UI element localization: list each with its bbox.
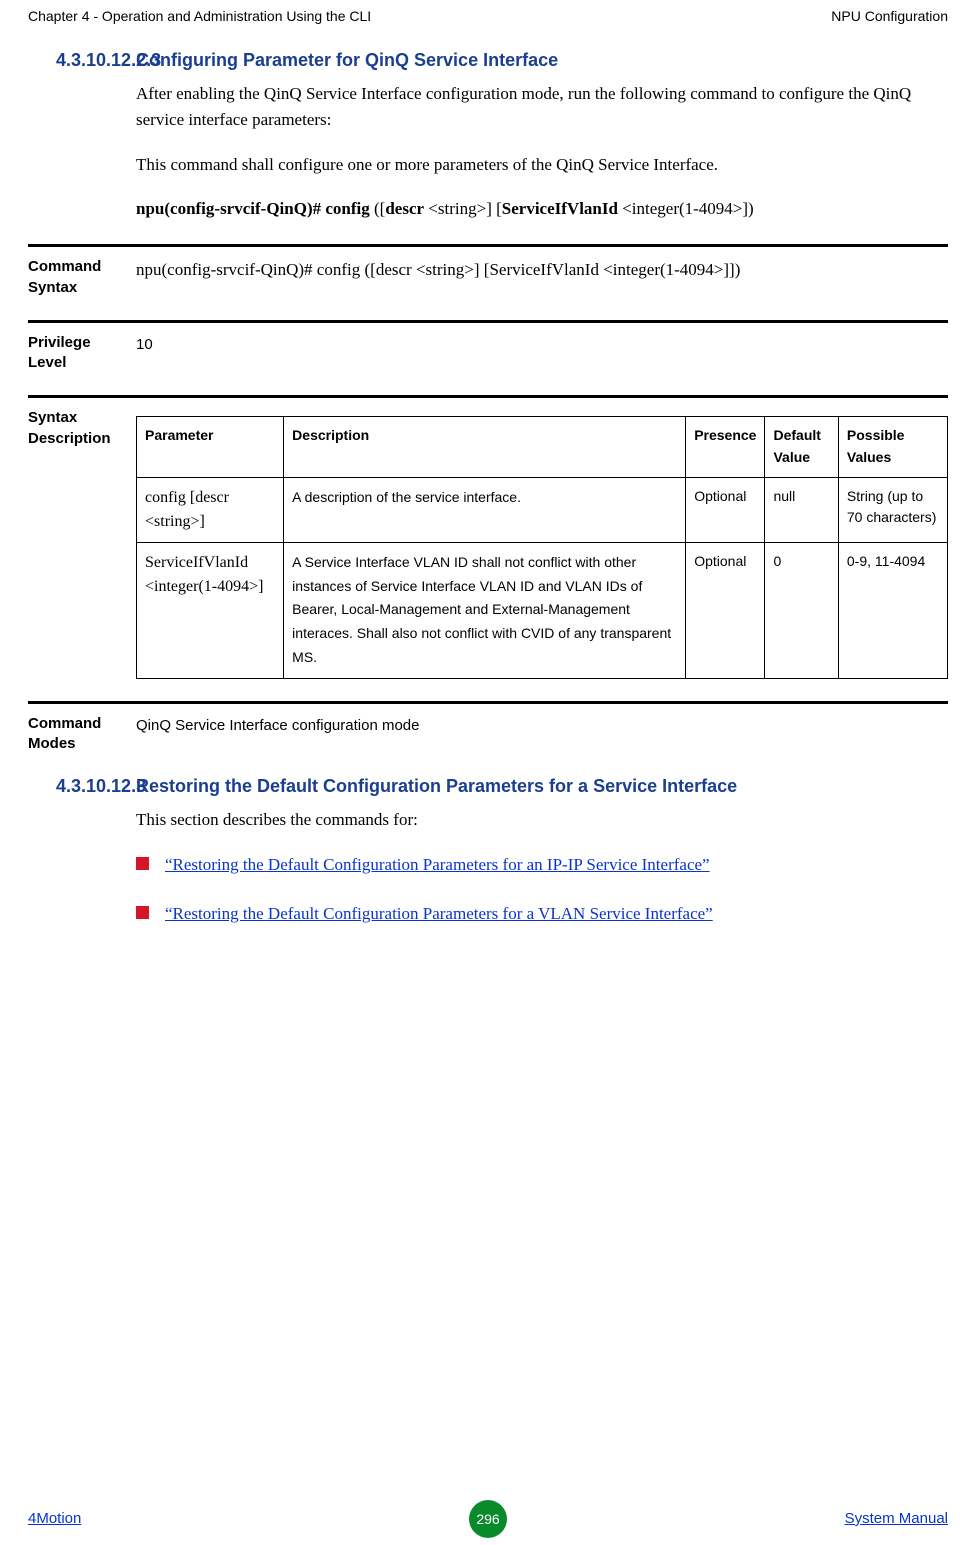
section-heading-config-qinq: Configuring Parameter for QinQ Service I… — [136, 50, 948, 71]
paragraph: This command shall configure one or more… — [136, 152, 948, 178]
cmd-plain: <string>] [ — [424, 199, 502, 218]
block-value: npu(config-srvcif-QinQ)# config ([descr … — [136, 257, 948, 283]
section-heading-restoring-defaults: Restoring the Default Configuration Para… — [136, 776, 948, 797]
cmd-bold: npu(config-srvcif-QinQ)# config — [136, 260, 360, 279]
cell-description: A description of the service interface. — [284, 477, 686, 542]
square-bullet-icon — [136, 906, 149, 919]
list-item: “Restoring the Default Configuration Par… — [136, 901, 948, 927]
footer-left-link[interactable]: 4Motion — [28, 1510, 81, 1527]
command-syntax-block: Command Syntax npu(config-srvcif-QinQ)# … — [28, 244, 948, 298]
cell-parameter: ServiceIfVlanId <integer(1-4094>] — [137, 542, 284, 678]
privilege-level-block: Privilege Level 10 — [28, 320, 948, 374]
cmd-plain: <string>] [ — [412, 260, 490, 279]
block-label: Privilege Level — [28, 333, 118, 374]
block-value: 10 — [136, 333, 948, 356]
cell-parameter: config [descr <string>] — [137, 477, 284, 542]
table-row: config [descr <string>] A description of… — [137, 477, 948, 542]
link-restore-vlan[interactable]: “Restoring the Default Configuration Par… — [165, 901, 713, 927]
syntax-description-block: Syntax Description Parameter Description… — [28, 395, 948, 678]
th-description: Description — [284, 417, 686, 477]
cell-possible: String (up to 70 characters) — [838, 477, 947, 542]
paragraph: This section describes the commands for: — [136, 807, 948, 833]
cmd-bold: npu(config-srvcif-QinQ)# config — [136, 199, 370, 218]
th-parameter: Parameter — [137, 417, 284, 477]
th-possible-values: Possible Values — [838, 417, 947, 477]
command-modes-block: Command Modes QinQ Service Interface con… — [28, 701, 948, 755]
cmd-bold: ServiceIfVlanId — [489, 260, 599, 279]
block-value: QinQ Service Interface configuration mod… — [136, 714, 948, 737]
block-value: Parameter Description Presence Default V… — [136, 408, 948, 678]
link-restore-ip-ip[interactable]: “Restoring the Default Configuration Par… — [165, 852, 710, 878]
cell-description: A Service Interface VLAN ID shall not co… — [284, 542, 686, 678]
cmd-plain: ([ — [370, 199, 386, 218]
link-list: “Restoring the Default Configuration Par… — [136, 852, 948, 927]
paragraph: After enabling the QinQ Service Interfac… — [136, 81, 948, 134]
table-row: ServiceIfVlanId <integer(1-4094>] A Serv… — [137, 542, 948, 678]
th-default-value: Default Value — [765, 417, 838, 477]
square-bullet-icon — [136, 857, 149, 870]
page: Chapter 4 - Operation and Administration… — [0, 0, 976, 1545]
cmd-bold: descr — [385, 199, 424, 218]
section-number-4-3-10-12-3: 4.3.10.12.3 — [56, 776, 164, 797]
table-header-row: Parameter Description Presence Default V… — [137, 417, 948, 477]
block-label: Command Modes — [28, 714, 118, 755]
running-header-right: NPU Configuration — [831, 8, 948, 24]
cell-default: 0 — [765, 542, 838, 678]
running-header: Chapter 4 - Operation and Administration… — [28, 0, 948, 24]
cmd-bold: descr — [376, 260, 412, 279]
cmd-bold: ServiceIfVlanId — [502, 199, 618, 218]
footer-right-link[interactable]: System Manual — [845, 1510, 948, 1527]
cell-presence: Optional — [686, 477, 765, 542]
cmd-plain: <integer(1-4094>]]) — [599, 260, 740, 279]
syntax-table: Parameter Description Presence Default V… — [136, 416, 948, 678]
cmd-plain: ([ — [360, 260, 376, 279]
running-header-left: Chapter 4 - Operation and Administration… — [28, 8, 371, 24]
cell-presence: Optional — [686, 542, 765, 678]
cmd-plain: <integer(1-4094>]) — [618, 199, 754, 218]
cell-possible: 0-9, 11-4094 — [838, 542, 947, 678]
th-presence: Presence — [686, 417, 765, 477]
cell-default: null — [765, 477, 838, 542]
page-number-badge: 296 — [469, 1500, 507, 1538]
section-number-4-3-10-12-2-3: 4.3.10.12.2.3 — [56, 50, 164, 71]
page-footer: 4Motion 296 System Manual — [28, 1510, 948, 1527]
command-line: npu(config-srvcif-QinQ)# config ([descr … — [136, 196, 948, 222]
block-label: Command Syntax — [28, 257, 118, 298]
block-label: Syntax Description — [28, 408, 118, 449]
list-item: “Restoring the Default Configuration Par… — [136, 852, 948, 878]
